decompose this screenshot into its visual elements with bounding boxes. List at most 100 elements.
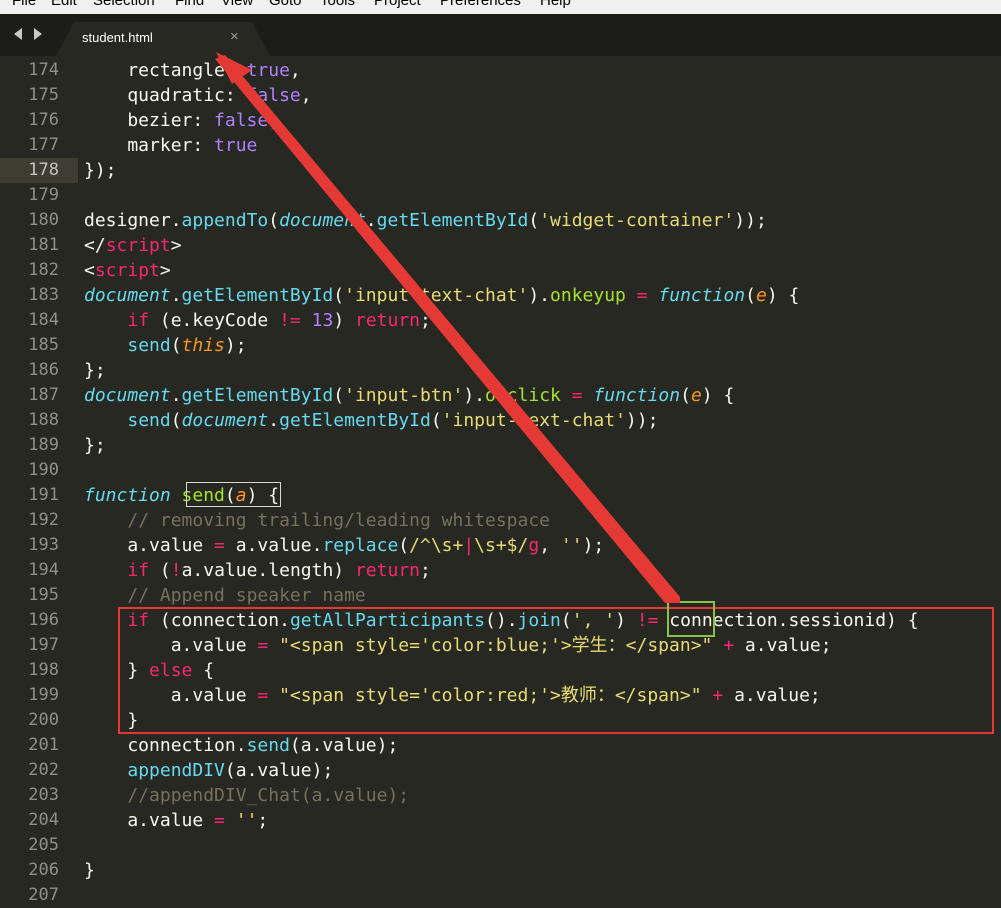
line-number: 176	[28, 110, 59, 130]
code-token: // Append speaker name	[127, 585, 366, 606]
menu-item-help[interactable]: Help	[540, 0, 571, 9]
code-token: .	[170, 385, 182, 406]
menu-item-tools[interactable]: Tools	[320, 0, 355, 9]
code-line[interactable]: }	[84, 858, 95, 883]
code-line[interactable]: quadratic: false,	[84, 83, 312, 108]
line-number: 180	[28, 210, 59, 230]
line-number: 182	[28, 260, 59, 280]
code-line[interactable]: <script>	[84, 258, 171, 283]
code-line[interactable]: };	[84, 433, 106, 458]
code-line[interactable]: document.getElementById('input-text-chat…	[84, 283, 799, 308]
code-line[interactable]: // removing trailing/leading whitespace	[84, 508, 550, 533]
code-token: return	[355, 310, 421, 331]
line-number: 174	[28, 60, 59, 80]
code-token: (	[333, 285, 345, 306]
code-token: |	[463, 535, 475, 556]
code-token: </	[84, 235, 106, 256]
code-line[interactable]: connection.send(a.value);	[84, 733, 398, 758]
menu-item-goto[interactable]: Goto	[269, 0, 302, 9]
line-number-gutter: 174 175 176 177 178 179 180 181 182 183 184 185 186 1…	[0, 56, 78, 905]
line-number: 194	[28, 560, 59, 580]
code-line[interactable]: send(this);	[84, 333, 246, 358]
code-token: getElementById	[181, 385, 334, 406]
line-number: 196	[28, 610, 59, 630]
code-token: (	[170, 410, 182, 431]
line-number: 188	[28, 410, 59, 430]
code-line[interactable]: };	[84, 358, 106, 383]
code-token: ;	[257, 810, 269, 831]
code-token: replace	[322, 535, 399, 556]
code-token: 'input-btn'	[344, 385, 464, 406]
menu-item-file[interactable]: File	[12, 0, 36, 9]
code-token: (	[170, 335, 182, 356]
code-token: .	[170, 285, 182, 306]
code-token: (a.value);	[224, 760, 334, 781]
code-token: onclick	[485, 385, 561, 406]
code-token: designer.	[84, 210, 182, 231]
code-line[interactable]: if (!a.value.length) return;	[84, 558, 431, 583]
line-number: 207	[28, 885, 59, 905]
tab-student-html[interactable]: student.html ×	[56, 22, 270, 56]
code-token: function	[658, 285, 746, 306]
tab-scroll-right-icon[interactable]	[34, 28, 42, 40]
line-number: 186	[28, 360, 59, 380]
menu-item-find[interactable]: Find	[175, 0, 204, 9]
code-line[interactable]: // Append speaker name	[84, 583, 366, 608]
line-number: 206	[28, 860, 59, 880]
code-token: e	[690, 385, 702, 406]
annotation-box-green	[667, 601, 715, 637]
code-token: ));	[734, 210, 767, 231]
code-token: ,	[300, 85, 312, 106]
code-token: function	[84, 485, 171, 506]
code-line[interactable]: appendDIV(a.value);	[84, 758, 333, 783]
line-number: 195	[28, 585, 59, 605]
code-token: send	[127, 410, 171, 431]
code-token: ));	[625, 410, 659, 431]
menu-item-preferences[interactable]: Preferences	[440, 0, 521, 9]
code-line[interactable]: rectangle: true,	[84, 58, 300, 83]
code-token: );	[582, 535, 605, 556]
code-token: )	[333, 310, 355, 331]
code-line[interactable]: marker: true	[84, 133, 257, 158]
code-line[interactable]: a.value = a.value.replace(/^\s+|\s+$/g, …	[84, 533, 604, 558]
line-number: 187	[28, 385, 59, 405]
code-token: .	[268, 410, 280, 431]
code-token: appendDIV	[127, 760, 225, 781]
code-line[interactable]: bezier: false,	[84, 108, 279, 133]
code-token: };	[84, 435, 106, 456]
code-line[interactable]: </script>	[84, 233, 182, 258]
code-token: \s+$/	[474, 535, 529, 556]
code-line[interactable]: if (e.keyCode != 13) return;	[84, 308, 431, 333]
code-token: !=	[279, 310, 301, 331]
code-token: ,	[268, 110, 280, 131]
code-line[interactable]: //appendDIV_Chat(a.value);	[84, 783, 409, 808]
code-token: connection.	[84, 735, 247, 756]
matched-word-highlight	[186, 482, 281, 507]
code-token: ;	[420, 560, 431, 581]
code-line[interactable]: a.value = '';	[84, 808, 268, 833]
tab-scroll-left-icon[interactable]	[14, 28, 22, 40]
code-line[interactable]: });	[84, 158, 117, 183]
tab-strip: student.html ×	[0, 14, 1001, 56]
code-line[interactable]: send(document.getElementById('input-text…	[84, 408, 658, 433]
code-token: };	[84, 360, 106, 381]
close-icon[interactable]: ×	[230, 28, 239, 45]
code-line[interactable]: designer.appendTo(document.getElementByI…	[84, 208, 767, 233]
menu-item-project[interactable]: Project	[374, 0, 421, 9]
code-token: 13	[311, 310, 334, 331]
menu-item-edit[interactable]: Edit	[51, 0, 77, 9]
line-number: 197	[28, 635, 59, 655]
menu-bar: File Edit Selection Find View Goto Tools Projec…	[0, 0, 1001, 14]
code-line[interactable]: document.getElementById('input-btn').onc…	[84, 383, 734, 408]
code-token: rectangle:	[84, 60, 247, 81]
menu-item-selection[interactable]: Selection	[93, 0, 155, 9]
menu-item-view[interactable]: View	[221, 0, 253, 9]
line-number: 199	[28, 685, 59, 705]
